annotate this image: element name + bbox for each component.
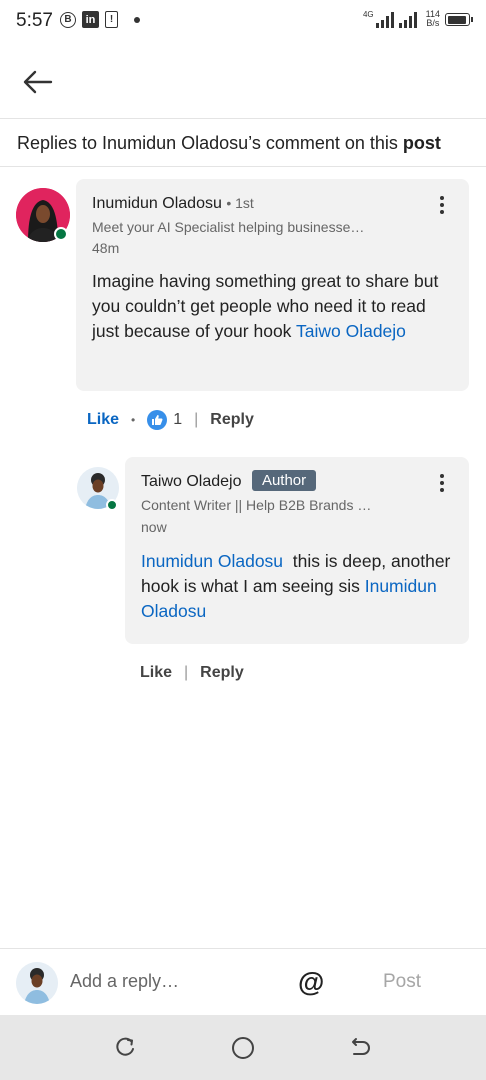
current-user-avatar bbox=[16, 962, 58, 1004]
status-bar: 5:57 B in ! 4G 114 B/s bbox=[0, 0, 486, 44]
more-vertical-icon bbox=[440, 474, 444, 478]
reaction-count[interactable]: 1 bbox=[173, 411, 182, 429]
reply-input[interactable]: Add a reply… bbox=[70, 971, 179, 992]
arrow-left-icon bbox=[23, 70, 53, 94]
reply-like-button[interactable]: Like bbox=[140, 664, 172, 682]
alert-notification-icon: ! bbox=[105, 11, 118, 28]
more-vertical-icon bbox=[440, 196, 444, 200]
network-type: 4G bbox=[362, 10, 374, 19]
comment-timestamp: 48m bbox=[92, 240, 120, 256]
reply-mention-link-1[interactable]: Inumidun Oladosu bbox=[141, 551, 283, 571]
battery-icon bbox=[445, 13, 473, 26]
at-sign-icon: @ bbox=[298, 967, 325, 997]
reply-author-line: Taiwo Oladejo Author bbox=[141, 470, 317, 491]
nav-recents-button[interactable] bbox=[112, 1035, 138, 1061]
comment-mention-link[interactable]: Taiwo Oladejo bbox=[296, 321, 406, 341]
signal-2-icon bbox=[398, 12, 417, 28]
network-speed-unit: B/s bbox=[426, 18, 440, 28]
reply-author-name[interactable]: Taiwo Oladejo bbox=[141, 473, 242, 490]
page-title-middle: ’s comment on this bbox=[248, 133, 403, 153]
reply-compose-bar: Add a reply… @ Post bbox=[0, 948, 486, 1015]
mention-button[interactable]: @ bbox=[298, 967, 324, 998]
b-notification-icon: B bbox=[60, 11, 76, 28]
nav-home-button[interactable] bbox=[230, 1035, 256, 1061]
page-title: Replies to Inumidun Oladosu’s comment on… bbox=[17, 133, 441, 154]
reply-timestamp: now bbox=[141, 519, 167, 535]
status-time: 5:57 bbox=[16, 10, 53, 31]
current-user-avatar-image bbox=[16, 962, 58, 1004]
recents-icon bbox=[116, 1037, 134, 1056]
comment-like-button[interactable]: Like bbox=[87, 411, 119, 429]
action-separator: | bbox=[184, 664, 189, 681]
status-system-icons: 4G 114 B/s bbox=[362, 10, 473, 28]
status-notification-icons: B in ! bbox=[60, 11, 140, 28]
comment-author-name[interactable]: Inumidun Oladosu bbox=[92, 195, 222, 212]
nav-back-button[interactable] bbox=[348, 1035, 374, 1061]
system-nav-bar bbox=[0, 1015, 486, 1080]
reply-reply-button[interactable]: Reply bbox=[200, 664, 244, 682]
author-badge: Author bbox=[251, 470, 317, 491]
comment-author-line: Inumidun Oladosu • 1st bbox=[92, 195, 254, 213]
comment-connection-degree: • 1st bbox=[226, 195, 254, 211]
reply-text: Inumidun Oladosu this is deep, another h… bbox=[141, 549, 459, 624]
comment-author-headline: Meet your AI Specialist helping business… bbox=[92, 219, 365, 235]
signal-1-icon bbox=[375, 12, 394, 28]
nav-back-icon bbox=[352, 1038, 370, 1055]
header-divider bbox=[0, 118, 486, 119]
linkedin-notification-icon: in bbox=[82, 11, 99, 28]
reply-author-headline: Content Writer || Help B2B Brands … bbox=[141, 497, 372, 513]
post-button[interactable]: Post bbox=[383, 971, 421, 993]
action-dot: • bbox=[131, 413, 136, 427]
home-circle-icon bbox=[232, 1037, 254, 1059]
comment-reply-button[interactable]: Reply bbox=[210, 411, 254, 429]
back-button[interactable] bbox=[18, 62, 58, 102]
more-notifications-dot-icon bbox=[134, 16, 140, 23]
reply-author-online-status bbox=[106, 499, 118, 511]
page-title-author: Inumidun Oladosu bbox=[102, 133, 249, 153]
action-separator: | bbox=[194, 411, 199, 428]
comment-bubble: Inumidun Oladosu • 1st Meet your AI Spec… bbox=[76, 179, 469, 391]
reply-bubble: Taiwo Oladejo Author Content Writer || H… bbox=[125, 457, 469, 644]
title-divider bbox=[0, 166, 486, 167]
reply-more-button[interactable] bbox=[432, 469, 452, 497]
reply-actions: Like | Reply bbox=[140, 664, 244, 682]
comment-more-button[interactable] bbox=[432, 191, 452, 219]
post-link[interactable]: post bbox=[403, 133, 441, 153]
commenter-online-status bbox=[54, 227, 68, 241]
thumbs-up-reaction-icon[interactable] bbox=[147, 410, 168, 430]
comment-text: Imagine having something great to share … bbox=[92, 269, 442, 344]
page-title-prefix: Replies to bbox=[17, 133, 103, 153]
comment-actions: Like • 1 | Reply bbox=[87, 410, 254, 430]
network-speed: 114 B/s bbox=[426, 10, 440, 28]
